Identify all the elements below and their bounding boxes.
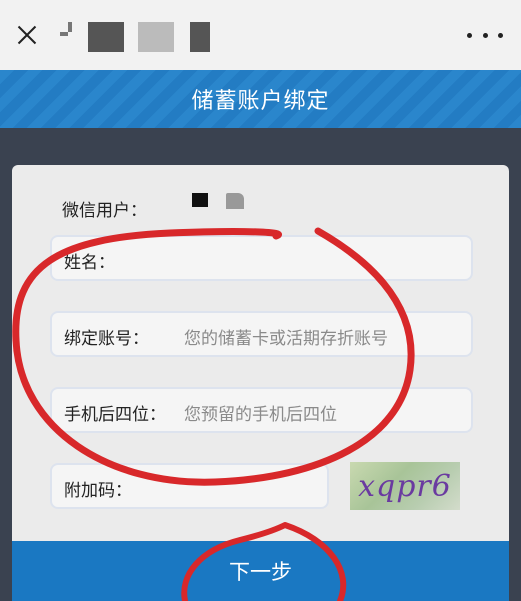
- phone-last4-label: 手机后四位：: [64, 405, 166, 425]
- wechat-user-label: 微信用户：: [62, 201, 147, 221]
- phone-last4-field[interactable]: 手机后四位： 您预留的手机后四位: [50, 387, 473, 433]
- captcha-text: xqpr6: [358, 468, 452, 504]
- more-options-icon[interactable]: [467, 22, 503, 48]
- browser-top-bar: [0, 0, 521, 70]
- wechat-user-nickname: [226, 193, 244, 209]
- name-label: 姓名：: [64, 253, 115, 273]
- phone-last4-placeholder: 您预留的手机后四位: [184, 405, 337, 425]
- account-placeholder: 您的储蓄卡或活期存折账号: [184, 329, 388, 349]
- wechat-user-avatar: [192, 193, 208, 207]
- captcha-image[interactable]: xqpr6: [350, 462, 460, 510]
- account-field[interactable]: 绑定账号： 您的储蓄卡或活期存折账号: [50, 311, 473, 357]
- page-title-bar: 储蓄账户绑定: [0, 70, 521, 128]
- account-label: 绑定账号：: [64, 329, 149, 349]
- captcha-label: 附加码：: [64, 481, 132, 501]
- next-step-button[interactable]: 下一步: [12, 541, 509, 601]
- close-icon[interactable]: [10, 18, 44, 52]
- title-blur-5: [190, 22, 210, 52]
- title-blur-4: [138, 22, 174, 52]
- next-step-label: 下一步: [229, 560, 292, 584]
- name-field[interactable]: 姓名：: [50, 235, 473, 281]
- captcha-field[interactable]: 附加码：: [50, 463, 329, 509]
- title-blur-3: [88, 22, 124, 52]
- page-title: 储蓄账户绑定: [191, 89, 330, 114]
- title-blur-1: [60, 32, 68, 36]
- title-blur-2: [68, 22, 72, 32]
